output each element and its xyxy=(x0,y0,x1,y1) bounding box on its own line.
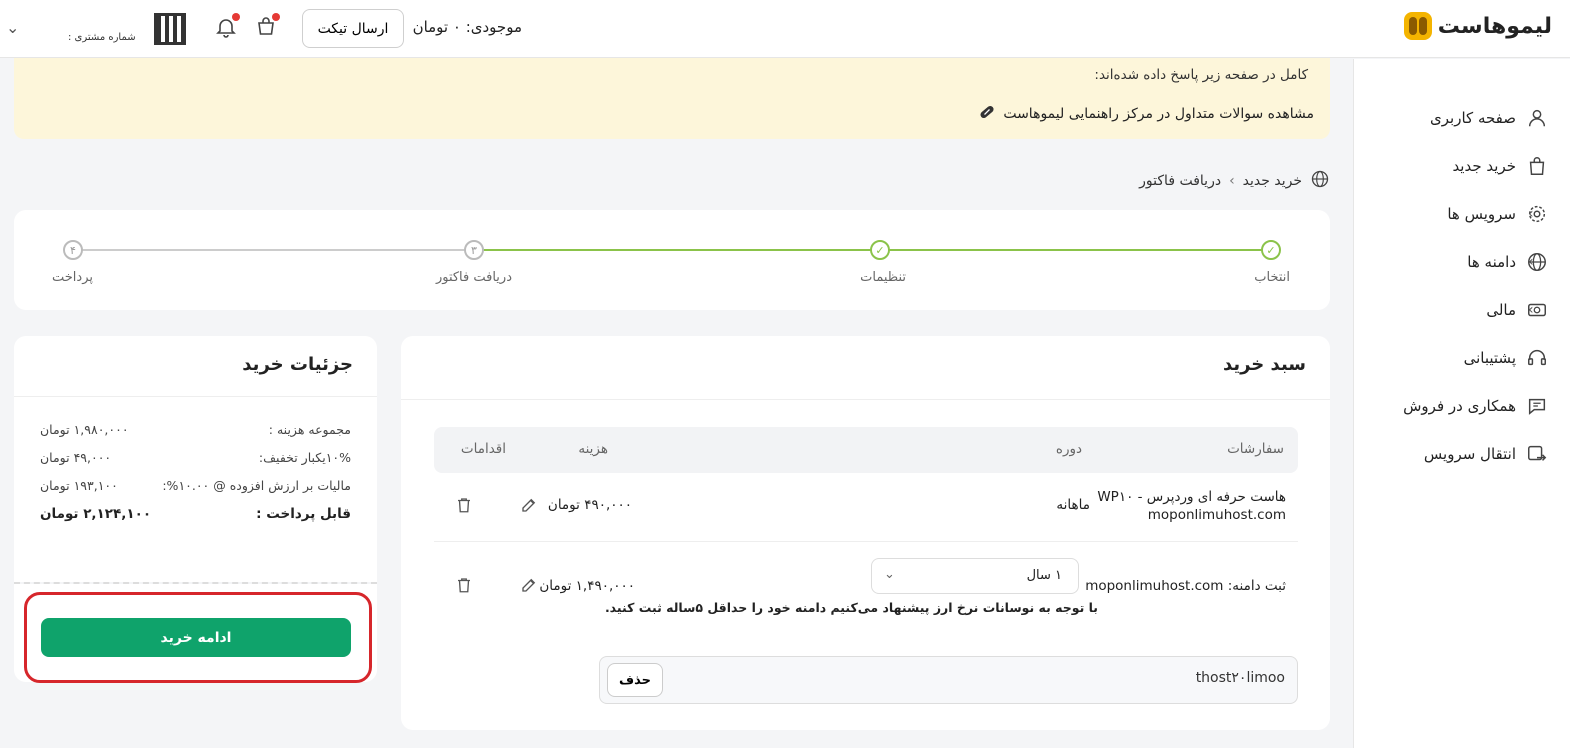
edit-icon[interactable] xyxy=(520,496,538,514)
purchase-details-panel: جزئیات خرید مجموعه هزینه : ۱,۹۸۰,۰۰۰ توم… xyxy=(14,336,377,582)
sidebar-item-label: انتقال سرویس xyxy=(1423,445,1516,463)
qr-code-icon[interactable] xyxy=(154,13,186,45)
order-cost: ۴۹۰,۰۰۰ تومان xyxy=(547,497,632,513)
sidebar-item-dashboard[interactable]: صفحه کاربری xyxy=(1353,98,1570,138)
divider xyxy=(434,541,1298,542)
order-name-line1: هاست حرفه ای وردپرس - WP۱۰ xyxy=(1097,489,1286,505)
currency-warning: با توجه به نوسانات نرخ ارز پیشنهاد می‌کن… xyxy=(604,600,1098,615)
sidebar-item-transfer[interactable]: انتقال سرویس xyxy=(1353,434,1570,474)
order-period: ماهانه xyxy=(1056,497,1090,513)
bag-icon xyxy=(1526,155,1548,177)
cart-table-header: سفارشات دوره هزینه اقدامات xyxy=(434,427,1298,473)
logo-icon xyxy=(1403,12,1432,40)
trash-icon[interactable] xyxy=(455,496,473,514)
table-row: ثبت دامنه: moponlimuhost.com ۱ سال ⌄ ۱,۴… xyxy=(434,556,1298,636)
notice-text: کامل در صفحه زیر پاسخ داده شده‌اند: xyxy=(1094,67,1308,83)
divider xyxy=(14,396,377,397)
step-settings-done-icon: ✓ xyxy=(870,240,890,260)
chevron-left-icon: › xyxy=(1528,206,1534,222)
details-key: ۱۰%یکبار تخفیف: xyxy=(258,450,351,465)
sidebar-item-services[interactable]: سرویس ها › xyxy=(1353,194,1570,234)
chevron-down-icon: ⌄ xyxy=(884,567,895,582)
sidebar-item-label: پشتیبانی xyxy=(1463,349,1516,367)
breadcrumb-invoice: دریافت فاکتور xyxy=(1139,173,1222,189)
step-label-settings: تنظیمات xyxy=(860,270,906,285)
details-key: قابل پرداخت : xyxy=(256,506,351,522)
header-cost: هزینه xyxy=(578,441,608,457)
promo-code-box: thost۲۰limoo حذف xyxy=(599,656,1298,704)
sidebar-item-label: دامنه ها xyxy=(1467,253,1516,271)
pill-icon xyxy=(977,102,997,126)
logo-text: لیموهاست xyxy=(1437,13,1552,39)
promo-code-value: thost۲۰limoo xyxy=(1195,670,1285,686)
chat-icon xyxy=(1526,395,1548,417)
chevron-down-icon[interactable]: ⌄ xyxy=(6,18,19,37)
edit-icon[interactable] xyxy=(520,576,538,594)
chevron-left-icon: › xyxy=(1229,173,1235,189)
step-label-payment: پرداخت xyxy=(52,270,93,285)
sidebar-item-label: همکاری در فروش xyxy=(1403,397,1516,415)
cart-panel: سبد خرید سفارشات دوره هزینه اقدامات هاست… xyxy=(401,336,1330,730)
header-actions: اقدامات xyxy=(460,441,506,457)
sidebar-item-label: صفحه کاربری xyxy=(1430,109,1516,127)
trash-icon[interactable] xyxy=(455,576,473,594)
details-key: مالیات بر ارزش افزوده @ ۱۰.۰۰%: xyxy=(162,478,351,493)
sidebar-item-label: مالی xyxy=(1486,301,1516,319)
transfer-icon xyxy=(1526,443,1548,465)
header-period: دوره xyxy=(1055,441,1082,457)
chevron-left-icon: › xyxy=(1528,302,1534,318)
headset-icon xyxy=(1526,347,1548,369)
step-invoice-number: ۳ xyxy=(464,240,484,260)
sidebar-item-affiliate[interactable]: همکاری در فروش xyxy=(1353,386,1570,426)
order-name: هاست حرفه ای وردپرس - WP۱۰ moponlimuhost… xyxy=(1097,488,1286,524)
logo[interactable]: لیموهاست xyxy=(1403,12,1552,40)
customer-number-label: شماره مشتری : xyxy=(68,32,136,43)
breadcrumb: خرید جدید › دریافت فاکتور xyxy=(1139,169,1330,193)
sidebar-item-new-purchase[interactable]: خرید جدید xyxy=(1353,146,1570,186)
step-line-pending xyxy=(82,249,482,251)
details-title: جزئیات خرید xyxy=(242,354,353,375)
header-orders: سفارشات xyxy=(1227,441,1284,457)
details-key: مجموعه هزینه : xyxy=(268,422,351,437)
sidebar: صفحه کاربری خرید جدید سرویس ها › دامنه ه… xyxy=(1353,59,1570,748)
top-bar: لیموهاست موجودی: ۰ تومان ارسال تیکت شمار… xyxy=(0,0,1570,58)
faq-link-text: مشاهده سوالات متداول در مرکز راهنمایی لی… xyxy=(1003,106,1314,122)
sidebar-item-label: سرویس ها xyxy=(1447,205,1516,223)
faq-link[interactable]: مشاهده سوالات متداول در مرکز راهنمایی لی… xyxy=(977,102,1314,126)
cart-icon[interactable] xyxy=(254,13,280,39)
sidebar-item-domains[interactable]: دامنه ها › xyxy=(1353,242,1570,282)
table-row: هاست حرفه ای وردپرس - WP۱۰ moponlimuhost… xyxy=(434,488,1298,538)
details-value: ۴۹,۰۰۰ تومان xyxy=(40,450,112,465)
balance-text: موجودی: ۰ تومان xyxy=(412,18,522,36)
step-payment-number: ۴ xyxy=(63,240,83,260)
breadcrumb-new-purchase[interactable]: خرید جدید xyxy=(1243,173,1302,189)
cart-title: سبد خرید xyxy=(1222,354,1306,375)
sidebar-item-label: خرید جدید xyxy=(1452,157,1516,175)
notice-banner: کامل در صفحه زیر پاسخ داده شده‌اند: مشاه… xyxy=(14,58,1330,139)
sidebar-item-finance[interactable]: مالی › xyxy=(1353,290,1570,330)
sidebar-item-support[interactable]: پشتیبانی xyxy=(1353,338,1570,378)
details-value: ۲,۱۲۴,۱۰۰ تومان xyxy=(40,506,152,522)
order-name-line2: moponlimuhost.com xyxy=(1147,507,1286,523)
period-select[interactable]: ۱ سال ⌄ xyxy=(871,558,1079,594)
globe-icon xyxy=(1310,169,1330,193)
period-select-value: ۱ سال xyxy=(1026,568,1062,583)
progress-stepper: ✓ انتخاب ✓ تنظیمات ۳ دریافت فاکتور ۴ پرد… xyxy=(14,210,1330,310)
step-select-done-icon: ✓ xyxy=(1261,240,1281,260)
bell-icon[interactable] xyxy=(214,13,240,39)
details-value: ۱,۹۸۰,۰۰۰ تومان xyxy=(40,422,129,437)
divider xyxy=(401,399,1330,400)
remove-promo-button[interactable]: حذف xyxy=(607,663,663,697)
send-ticket-button[interactable]: ارسال تیکت xyxy=(302,9,404,48)
order-cost: ۱,۴۹۰,۰۰۰ تومان xyxy=(539,578,635,594)
details-value: ۱۹۳,۱۰۰ تومان xyxy=(40,478,118,493)
step-label-invoice: دریافت فاکتور xyxy=(435,270,512,285)
order-name: ثبت دامنه: moponlimuhost.com xyxy=(1085,578,1286,594)
step-label-select: انتخاب xyxy=(1254,270,1290,285)
chevron-left-icon: › xyxy=(1528,254,1534,270)
highlight-annotation xyxy=(24,592,372,683)
user-icon xyxy=(1526,107,1548,129)
